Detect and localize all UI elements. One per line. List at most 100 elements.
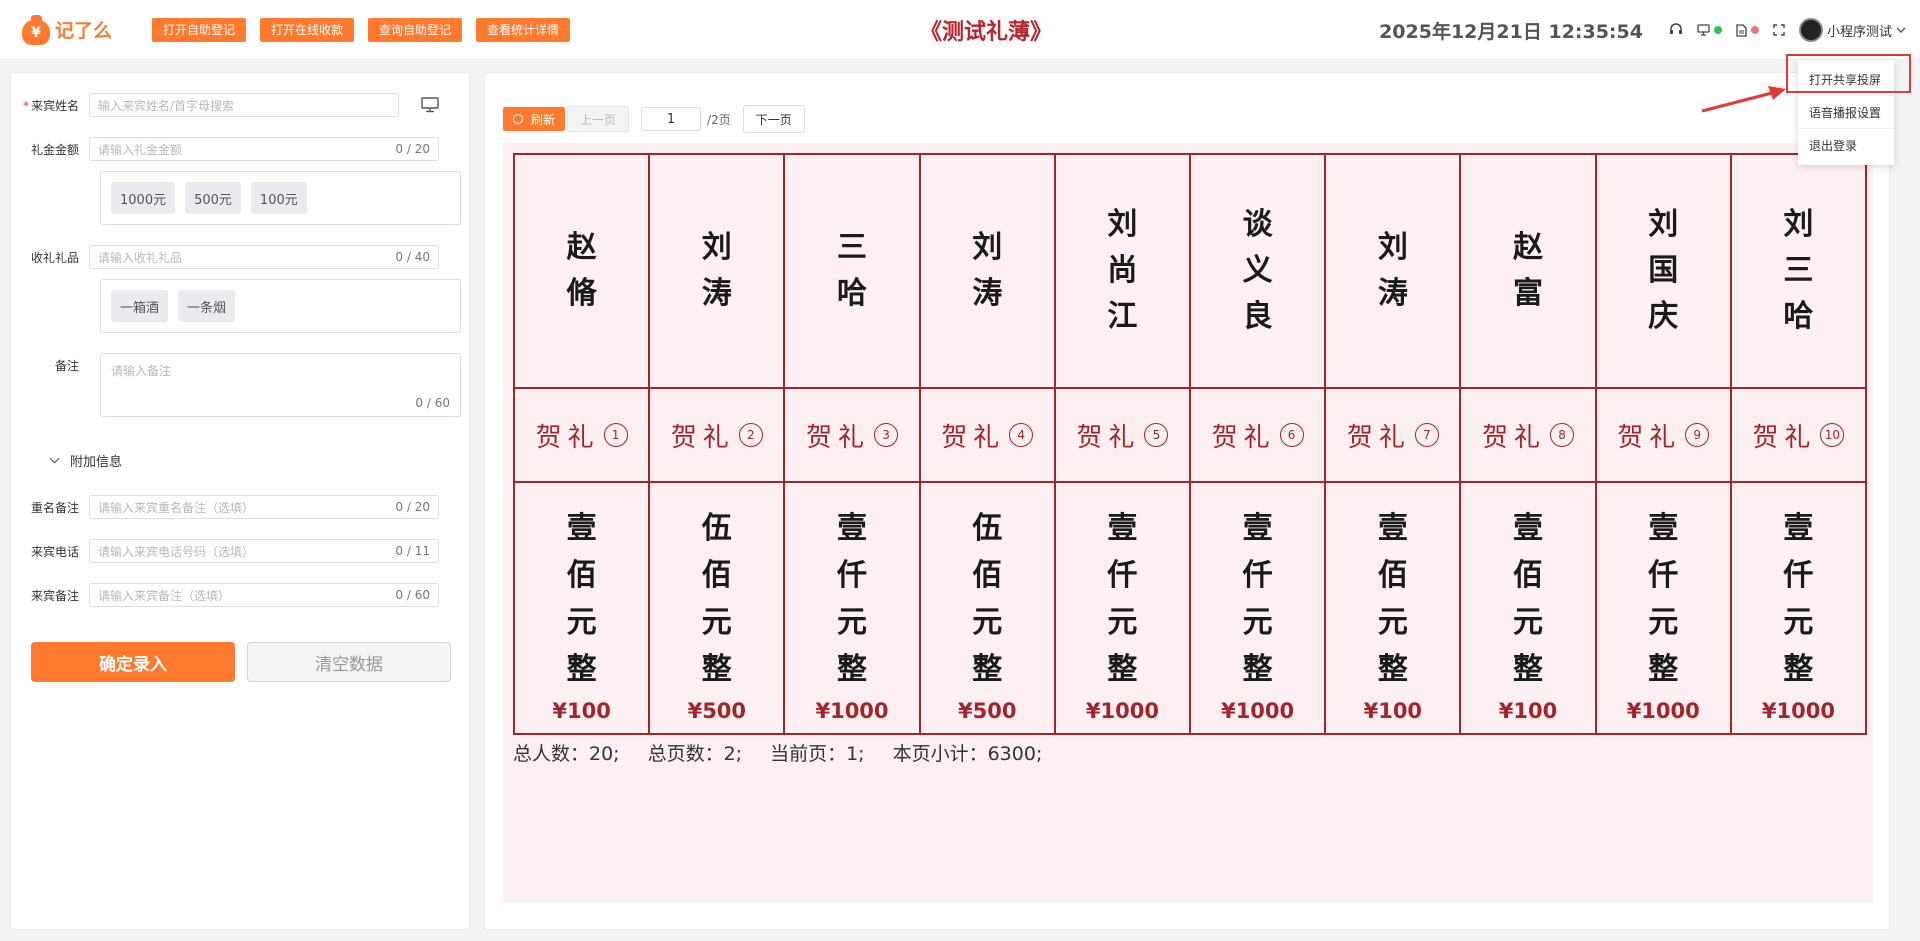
entry-index-badge: 5	[1144, 423, 1169, 447]
submit-entry-button[interactable]: 确定录入	[31, 642, 235, 682]
gift-book-grid: 赵脩贺礼 1 壹佰元整 ¥100 刘涛贺礼 2 伍佰元整 ¥500 三哈贺礼 3 壹仟元整 ¥1000…	[513, 153, 1867, 735]
amount-figure: ¥500	[687, 699, 747, 723]
screen-status[interactable]	[1697, 24, 1722, 36]
gift-amount-cell: 伍佰元整 ¥500	[921, 483, 1054, 733]
gift-label: 贺礼	[1752, 422, 1817, 453]
monitor-icon	[1697, 24, 1710, 36]
gift-label-cell: 贺礼 7	[1326, 389, 1460, 483]
amount-figure: ¥100	[1498, 699, 1558, 723]
phone-input[interactable]: 请输入来宾电话号码（选填） 0 / 11	[89, 539, 439, 563]
record-status[interactable]	[1736, 23, 1759, 37]
refresh-button[interactable]: 刷新	[503, 107, 566, 131]
guest-name: 谈义良	[1242, 207, 1273, 334]
amount-chip-100[interactable]: 100元	[250, 182, 307, 214]
guest-note-row: 来宾备注 请输入来宾备注（选填） 0 / 60	[11, 583, 439, 607]
gift-label-cell: 贺礼 4	[920, 389, 1054, 483]
gift-amount-cell: 壹仟元整 ¥1000	[1191, 483, 1324, 733]
guest-name-cell: 谈义良	[1191, 155, 1325, 389]
dup-note-input[interactable]: 请输入来宾重名备注（选填） 0 / 20	[89, 495, 439, 519]
open-online-payment-button[interactable]: 打开在线收款	[260, 17, 355, 42]
guest-name-cell: 三哈	[785, 155, 919, 389]
user-avatar[interactable]	[1798, 18, 1823, 42]
next-page-button[interactable]: 下一页	[742, 105, 805, 133]
gift-amount-label: 礼金金额	[30, 142, 79, 157]
gift-item-input[interactable]: 请输入收礼礼品 0 / 40	[89, 245, 439, 269]
amount-figure: ¥1000	[1221, 699, 1295, 723]
document-icon	[1736, 23, 1747, 37]
annotation-arrow	[1701, 86, 1786, 113]
summary-total-pages: 总页数：2;	[647, 743, 743, 765]
guest-name: 刘三哈	[1783, 207, 1814, 334]
gift-label-cell: 贺礼 1	[515, 389, 649, 483]
prev-page-button[interactable]: 上一页	[567, 106, 630, 132]
gift-label-cell: 贺礼 10	[1731, 389, 1866, 483]
amount-chip-500[interactable]: 500元	[185, 182, 241, 214]
amount-figure: ¥100	[552, 699, 611, 723]
gift-label-cell: 贺礼 3	[785, 389, 919, 483]
summary-total-people: 总人数：20;	[513, 743, 620, 765]
gift-label: 贺礼	[535, 422, 600, 453]
extra-info-toggle[interactable]: 附加信息	[49, 451, 122, 470]
amount-in-words: 伍佰元整	[701, 511, 732, 687]
guest-name: 赵富	[1513, 230, 1544, 311]
clear-data-button[interactable]: 清空数据	[247, 642, 451, 682]
gift-label: 贺礼	[1076, 422, 1141, 453]
guest-name-cell: 刘三哈	[1731, 155, 1866, 389]
gift-entry-column: 赵脩贺礼 1 壹佰元整 ¥100	[515, 155, 651, 733]
user-dropdown-menu: 打开共享投屏 语音播报设置 退出登录	[1798, 60, 1894, 165]
amount-in-words: 壹仟元整	[837, 511, 867, 687]
amount-in-words: 壹佰元整	[1377, 511, 1408, 687]
amount-quick-chips: 1000元 500元 100元	[100, 171, 461, 225]
gift-entry-column: 三哈贺礼 3 壹仟元整 ¥1000	[785, 155, 921, 733]
phone-label: 来宾电话	[30, 544, 79, 559]
entry-index-badge: 9	[1685, 423, 1710, 447]
money-bag-icon: ¥	[22, 14, 50, 45]
open-self-register-button[interactable]: 打开自助登记	[152, 17, 247, 42]
chevron-down-icon	[49, 453, 60, 464]
entry-form-panel: * 来宾姓名 输入来宾姓名/首字母搜索 礼金金额 请输入礼金金额 0 / 20 10…	[10, 72, 470, 930]
monitor-icon[interactable]	[421, 97, 439, 113]
gift-entry-column: 刘涛贺礼 7 壹佰元整 ¥100	[1326, 155, 1462, 733]
gift-label: 贺礼	[941, 422, 1006, 453]
amount-figure: ¥500	[957, 699, 1017, 723]
guest-name-cell: 赵脩	[515, 155, 649, 389]
headset-icon[interactable]	[1669, 23, 1683, 37]
app-logo[interactable]: ¥ 记了么	[22, 14, 152, 45]
guest-name: 刘涛	[701, 230, 732, 311]
gift-chip-wine[interactable]: 一箱酒	[111, 290, 169, 322]
chevron-down-icon[interactable]	[1896, 26, 1906, 34]
query-self-register-button[interactable]: 查询自助登记	[368, 17, 463, 42]
page-number-input[interactable]: 1	[641, 107, 702, 131]
amount-figure: ¥1000	[815, 699, 889, 723]
app-header: ¥ 记了么 打开自助登记 打开在线收款 查询自助登记 查看统计详情 《测试礼薄》…	[0, 0, 1920, 60]
gift-chip-cigarettes[interactable]: 一条烟	[178, 290, 236, 322]
menu-logout[interactable]: 退出登录	[1798, 129, 1894, 162]
summary-current-page: 当前页：1;	[770, 743, 865, 765]
header-actions: 打开自助登记 打开在线收款 查询自助登记 查看统计详情	[152, 17, 584, 42]
gift-amount-input[interactable]: 请输入礼金金额 0 / 20	[89, 137, 439, 161]
guest-name: 刘涛	[1377, 230, 1408, 311]
note-row: 备注	[11, 353, 89, 374]
guest-note-label: 来宾备注	[30, 588, 79, 603]
gift-item-label: 收礼礼品	[30, 250, 79, 265]
gift-entry-column: 刘涛贺礼 2 伍佰元整 ¥500	[650, 155, 786, 733]
view-stats-button[interactable]: 查看统计详情	[476, 17, 571, 42]
menu-voice-settings[interactable]: 语音播报设置	[1798, 96, 1894, 129]
gift-entry-column: 刘涛贺礼 4 伍佰元整 ¥500	[920, 155, 1056, 733]
page-summary: 总人数：20; 总页数：2; 当前页：1; 本页小计：6300;	[513, 739, 1070, 766]
gift-book-panel: 刷新 上一页 1 /2页 下一页 赵脩贺礼 1 壹佰元整 ¥100 刘涛贺礼 2 伍佰元整 ¥…	[484, 72, 1890, 930]
guest-name-input[interactable]: 输入来宾姓名/首字母搜索	[89, 93, 399, 117]
gift-label: 贺礼	[806, 422, 871, 453]
note-textarea[interactable]: 请输入备注 0 / 60	[100, 353, 461, 417]
guest-note-input[interactable]: 请输入来宾备注（选填） 0 / 60	[89, 583, 439, 607]
gift-label: 贺礼	[1482, 422, 1547, 453]
user-name[interactable]: 小程序测试	[1827, 21, 1892, 40]
menu-open-shared-screen[interactable]: 打开共享投屏	[1798, 63, 1894, 96]
gift-amount-row: 礼金金额 请输入礼金金额 0 / 20	[11, 137, 439, 161]
amount-figure: ¥1000	[1761, 699, 1835, 723]
amount-chip-1000[interactable]: 1000元	[111, 182, 176, 214]
gift-quick-chips: 一箱酒 一条烟	[100, 279, 461, 333]
logo-text: 记了么	[55, 20, 113, 42]
fullscreen-icon[interactable]	[1773, 24, 1785, 36]
gift-book: 赵脩贺礼 1 壹佰元整 ¥100 刘涛贺礼 2 伍佰元整 ¥500 三哈贺礼 3 壹仟元整 ¥1000…	[503, 143, 1873, 903]
